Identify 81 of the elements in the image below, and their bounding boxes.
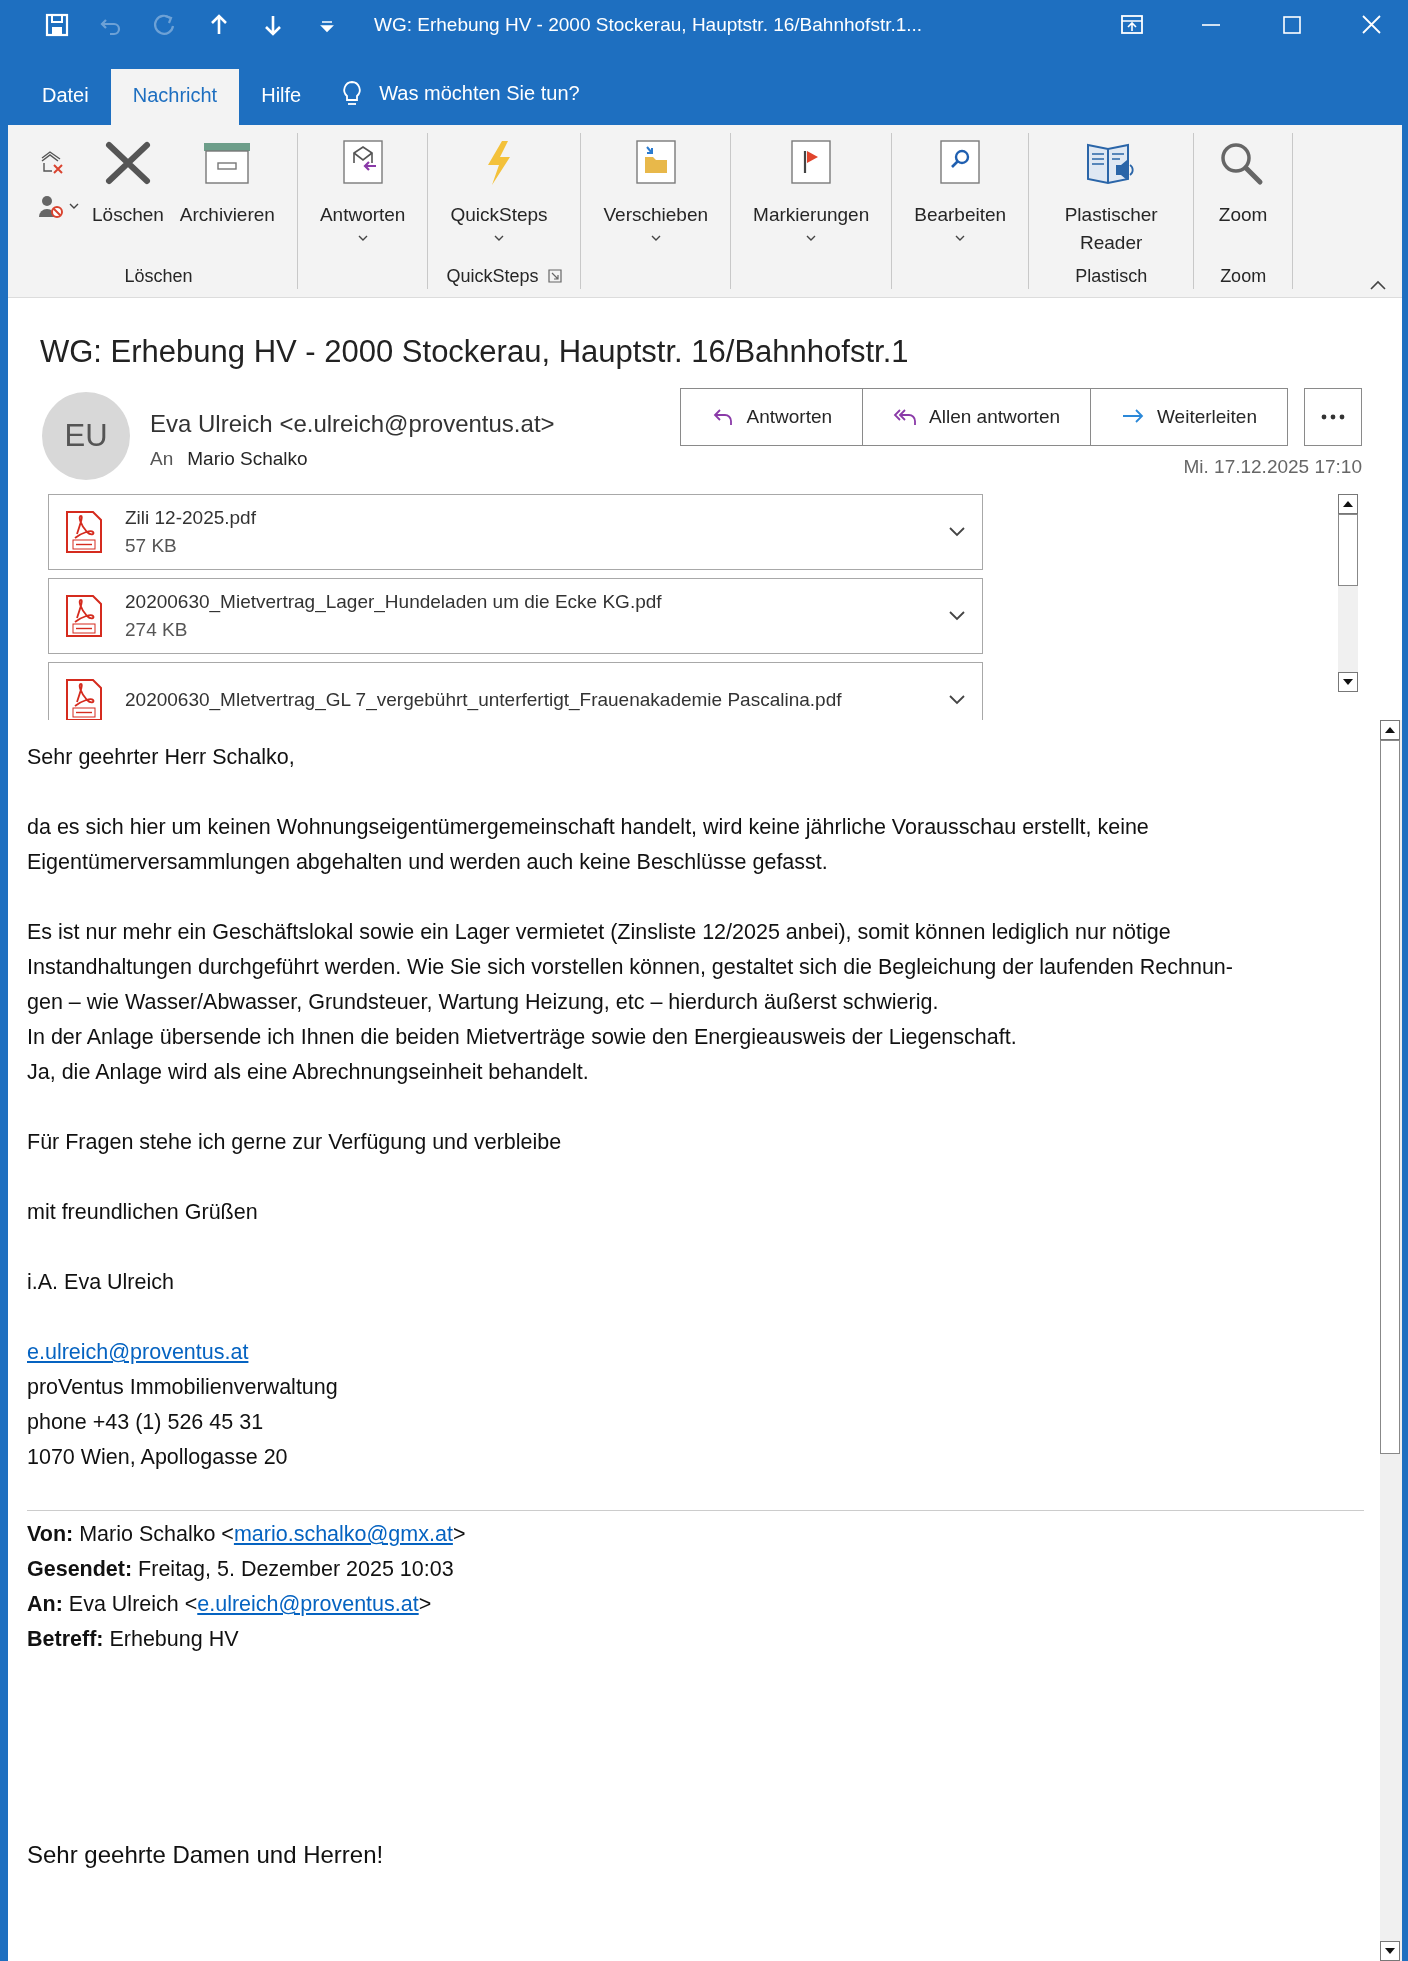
body-text-line: Eigentümerversammlungen abgehalten und werden auch keine Beschlüsse gefasst.: [27, 849, 829, 876]
scrollbar[interactable]: [1338, 494, 1358, 692]
action-button[interactable]: Allen antworten: [862, 388, 1091, 446]
email-link[interactable]: e.ulreich@proventus.at: [197, 1592, 419, 1616]
body-text-line: Für Fragen stehe ich gerne zur Verfügung und verbleibe: [27, 1129, 563, 1156]
attachment-name: Zili 12-2025.pdf: [125, 507, 257, 529]
pdf-file-icon: [65, 678, 103, 720]
scrollbar-thumb[interactable]: [1380, 740, 1400, 1454]
ribbon-button[interactable]: Markierungen: [749, 133, 874, 263]
scrollbar[interactable]: [1380, 720, 1402, 1961]
ribbon-button[interactable]: Antworten: [315, 133, 410, 263]
chevron-down-icon[interactable]: [948, 526, 966, 538]
ribbon-button[interactable]: QuickSteps: [446, 133, 552, 263]
more-icon: [1321, 414, 1345, 420]
pdf-file-icon: [65, 594, 103, 638]
ribbon-tab[interactable]: Nachricht: [110, 69, 240, 125]
more-button[interactable]: [1304, 388, 1362, 446]
group-label: Löschen: [124, 265, 193, 287]
ribbon-button[interactable]: Plastischer Reader: [1047, 133, 1176, 263]
scroll-down-icon[interactable]: [1380, 1941, 1400, 1961]
ribbon-button[interactable]: Zoom: [1212, 133, 1275, 263]
group-label: Zoom: [1220, 265, 1267, 287]
group-label: Plastisch: [1075, 265, 1148, 287]
attachment-size: 57 KB: [125, 535, 178, 557]
forward-header-line: Von: Mario Schalko <mario.schalko@gmx.at>: [27, 1521, 467, 1548]
caret-icon: [68, 201, 80, 211]
window-title: WG: Erhebung HV - 2000 Stockerau, Hauptstr. 16/Bahnhofstr.1...: [374, 14, 924, 36]
ribbon-button[interactable]: Bearbeiten: [910, 133, 1011, 263]
recipient: Mario Schalko: [187, 448, 308, 470]
attachment-name: 20200630_Mletvertrag_GL 7_vergebührt_unterfertigt_Frauenakademie Pascalina.pdf: [125, 689, 843, 711]
save-icon[interactable]: [44, 12, 70, 38]
body-text-line: Ja, die Anlage wird als eine Abrechnungseinheit behandelt.: [27, 1059, 590, 1086]
body-text-line: gen – wie Wasser/Abwasser, Grundsteuer, Wartung Heizung, etc – hierdurch äußerst schwierig.: [27, 989, 940, 1016]
signature-line: 1070 Wien, Apollogasse 20: [27, 1444, 289, 1471]
chevron-down-icon[interactable]: [948, 610, 966, 622]
forward-header-line: Betreff: Erhebung HV: [27, 1626, 240, 1653]
forward-header-line: Gesendet: Freitag, 5. Dezember 2025 10:03: [27, 1556, 455, 1583]
forward-header-line: An: Eva Ulreich <e.ulreich@proventus.at>: [27, 1591, 433, 1618]
body-text-line: Sehr geehrter Herr Schalko,: [27, 744, 296, 771]
signature-line: proVentus Immobilienverwaltung: [27, 1374, 339, 1401]
received-date: Mi. 17.12.2025 17:10: [1183, 456, 1362, 478]
body-text-line: Sehr geehrte Damen und Herren!: [27, 1840, 385, 1870]
group-label: QuickSteps: [446, 265, 539, 287]
scroll-up-icon[interactable]: [1338, 494, 1358, 514]
scroll-up-icon[interactable]: [1380, 720, 1400, 740]
body-text-line: mit freundlichen Grüßen: [27, 1199, 259, 1226]
body-text-line: Es ist nur mehr ein Geschäftslokal sowie ein Lager vermietet (Zinsliste 12/2025 anbei), somit können lediglich nur nötige: [27, 919, 1172, 946]
body-text-line: Instandhaltungen durchgeführt werden. Wie Sie sich vorstellen können, gestaltet sich die Begleichung der laufenden Rechnun-: [27, 954, 1234, 981]
tell-me-field[interactable]: Was möchten Sie tun?: [377, 80, 682, 106]
lightbulb-icon: [341, 79, 364, 107]
reply-all-icon: [893, 407, 918, 427]
message-subject: WG: Erhebung HV - 2000 Stockerau, Hauptstr. 16/Bahnhofstr.1: [39, 333, 910, 370]
signature-line: phone +43 (1) 526 45 31: [27, 1409, 265, 1436]
to-label: An: [150, 448, 174, 470]
attachment-card[interactable]: Zili 12-2025.pdf 57 KB: [48, 494, 983, 570]
scroll-down-icon[interactable]: [1338, 672, 1358, 692]
email-link[interactable]: mario.schalko@gmx.at: [233, 1522, 453, 1546]
attachment-card[interactable]: 20200630_Mletvertrag_GL 7_vergebührt_unterfertigt_Frauenakademie Pascalina.pdf: [48, 662, 983, 720]
ribbon-button[interactable]: Archivieren: [175, 133, 279, 263]
action-button[interactable]: Weiterleiten: [1090, 388, 1288, 446]
chevron-down-icon[interactable]: [948, 694, 966, 706]
person-blocked-icon: [38, 193, 64, 219]
ribbon-tab[interactable]: Hilfe: [239, 69, 324, 125]
collapse-ribbon-icon[interactable]: [1368, 279, 1388, 291]
pdf-file-icon: [65, 510, 103, 554]
junk-button[interactable]: [38, 193, 80, 219]
body-text-line: i.A. Eva Ulreich: [27, 1269, 175, 1296]
body-text-line: In der Anlage übersende ich Ihnen die beiden Mietverträge sowie den Energieausweis der Liegenschaft.: [27, 1024, 1018, 1051]
ribbon-button[interactable]: Verschieben: [599, 133, 713, 263]
sender: Eva Ulreich <e.ulreich@proventus.at>: [150, 410, 556, 438]
scrollbar-thumb[interactable]: [1338, 514, 1358, 586]
attachment-size: 274 KB: [125, 619, 189, 641]
email-link[interactable]: e.ulreich@proventus.at: [27, 1340, 249, 1364]
avatar: EU: [42, 392, 130, 480]
ribbon-tab[interactable]: Datei: [20, 69, 111, 125]
attachment-name: 20200630_Mietvertrag_Lager_Hundeladen um die Ecke KG.pdf: [125, 591, 663, 613]
ribbon-button[interactable]: Löschen: [88, 133, 168, 263]
body-text-line: da es sich hier um keinen Wohnungseigentümergemeinschaft handelt, wird keine jährliche Vorausschau erstellt, keine: [27, 814, 1150, 841]
action-button[interactable]: Antworten: [679, 388, 864, 446]
dialog-launcher-icon[interactable]: [548, 269, 563, 283]
attachment-card[interactable]: 20200630_Mietvertrag_Lager_Hundeladen um die Ecke KG.pdf 274 KB: [48, 578, 983, 654]
